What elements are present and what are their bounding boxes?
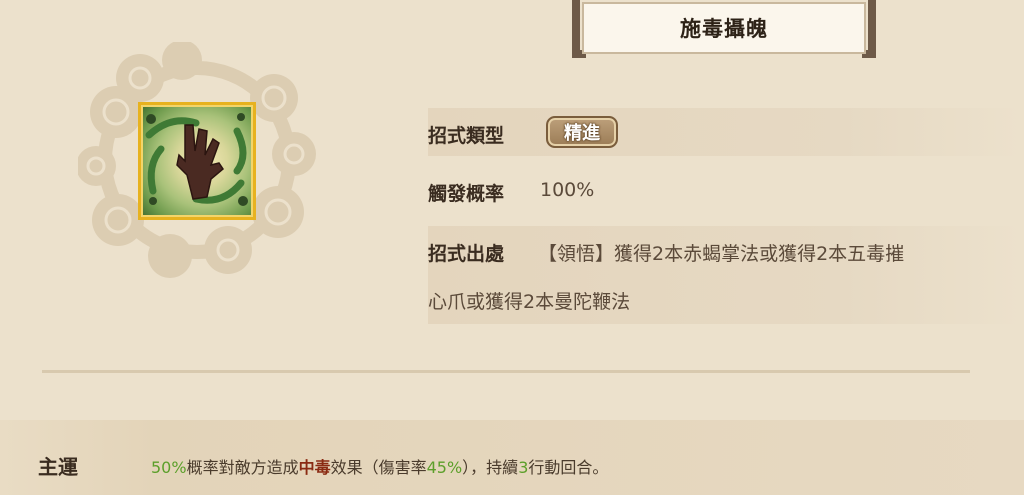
effect-text-part: 行動回合。 [528, 458, 609, 477]
rate-value: 100% [540, 179, 595, 201]
section-divider [42, 370, 970, 373]
source-label: 招式出處 [428, 243, 505, 265]
effect-damage-rate: 45% [426, 458, 463, 477]
effect-label: 主運 [38, 455, 78, 479]
type-badge: 精進 [546, 116, 618, 148]
effect-description: 50%概率對敵方造成中毒效果（傷害率45%），持續3行動回合。 [151, 454, 608, 478]
skill-icon[interactable] [138, 102, 256, 220]
effect-status: 中毒 [298, 458, 331, 477]
effect-duration: 3 [518, 458, 529, 477]
source-text-line1: 【領悟】獲得2本赤蝎掌法或獲得2本五毒摧 [538, 243, 905, 265]
skill-title: 施毒攝魄 [582, 2, 866, 54]
effect-chance: 50% [151, 458, 187, 477]
effect-text-part: 概率對敵方造成 [186, 458, 299, 477]
source-text-line2: 心爪或獲得2本曼陀鞭法 [428, 291, 631, 313]
effect-text-part: 效果（傷害率 [330, 458, 427, 477]
type-label: 招式類型 [428, 125, 505, 147]
effect-text-part: ），持續 [462, 458, 519, 477]
row-type-bg [428, 108, 1022, 156]
rate-label: 觸發概率 [428, 183, 505, 205]
skill-title-frame: 施毒攝魄 [572, 0, 876, 58]
poison-hand-icon [145, 113, 248, 206]
